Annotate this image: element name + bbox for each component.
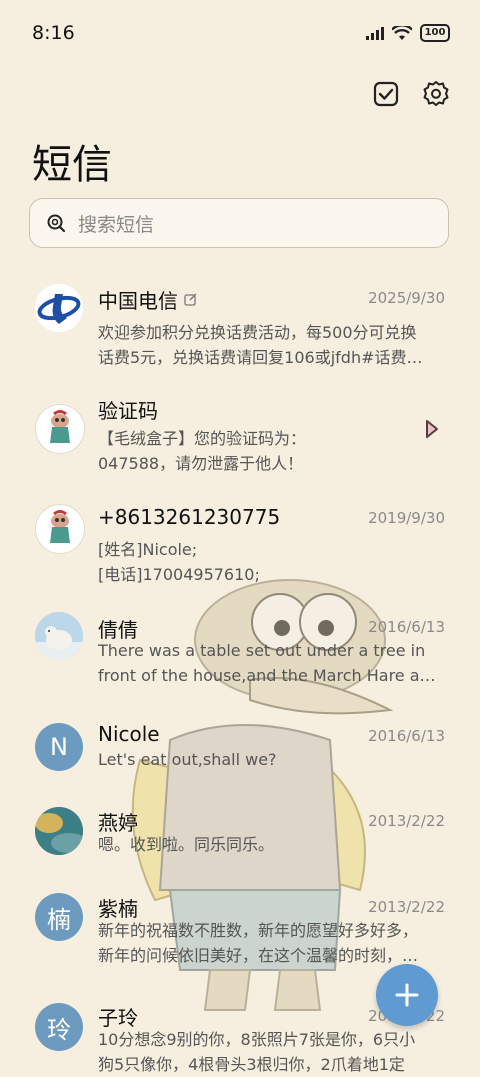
message-preview-line1: 10分想念9别的你，8张照片7张是你，6只小 [98, 1030, 416, 1049]
signal-icon [366, 26, 384, 40]
message-preview-line1: Let's eat out,shall we? [98, 750, 277, 769]
china-telecom-logo-icon [35, 284, 83, 332]
avatar [35, 504, 85, 554]
message-preview-line2: [电话]17004957610; [98, 565, 260, 584]
contact-name: +8613261230775 [98, 505, 281, 529]
conversation-row[interactable]: +8613261230775 2019/9/30 [姓名]Nicole; [电话… [0, 500, 480, 600]
select-checkbox-button[interactable] [372, 80, 400, 108]
message-preview-line2: front of the house,and the March Hare an… [98, 666, 444, 685]
message-date: 2019/9/30 [368, 509, 445, 527]
message-preview-line2: 话费5元，兑换话费请回复106或jfdh#话费… [98, 348, 423, 367]
plus-icon [395, 983, 419, 1007]
message-preview-line2: 047588，请勿泄露于他人！ [98, 454, 304, 473]
search-bar[interactable]: 搜索短信 [29, 198, 449, 248]
avatar [35, 612, 83, 660]
external-link-icon [184, 293, 197, 306]
conversation-row[interactable]: 中国电信 2025/9/30 欢迎参加积分兑换话费活动，每500分可兑换 话费5… [0, 280, 480, 380]
contact-name: Nicole [98, 722, 160, 746]
landscape-avatar-icon [35, 807, 83, 855]
avatar [35, 284, 83, 332]
cartoon-avatar-icon [50, 510, 70, 543]
status-icons: 100 [366, 24, 450, 42]
message-date: 2016/6/13 [368, 727, 445, 745]
conversation-row[interactable]: 倩倩 2016/6/13 There was a table set out u… [0, 610, 480, 710]
battery-icon: 100 [420, 24, 450, 42]
search-icon [47, 214, 66, 233]
message-preview-line1: 新年的祝福数不胜数，新年的愿望好多好多， [98, 921, 419, 940]
polar-bear-avatar-icon [35, 612, 83, 660]
message-date: 2016/6/13 [368, 618, 445, 636]
message-preview-line2: 狗5只像你，4根骨头3根归你，2爪着地1定 [98, 1055, 405, 1074]
avatar: N [35, 723, 83, 771]
message-preview-line1: 【毛绒盒子】您的验证码为： [98, 429, 307, 448]
message-preview-line1: There was a table set out under a tree i… [98, 641, 426, 660]
message-preview-line2: 新年的问候依旧美好，在这个温馨的时刻，… [98, 946, 419, 965]
gear-icon [423, 81, 449, 106]
conversation-row[interactable]: 验证码 【毛绒盒子】您的验证码为： 047588，请勿泄露于他人！ [0, 390, 480, 490]
settings-button[interactable] [422, 80, 450, 108]
status-time: 8:16 [32, 22, 75, 44]
message-date: 2013/2/22 [368, 812, 445, 830]
avatar [35, 807, 83, 855]
message-date: 2025/9/30 [368, 289, 445, 307]
message-date: 2013/2/22 [368, 898, 445, 916]
wifi-icon [392, 25, 412, 40]
cartoon-avatar-icon [50, 410, 70, 443]
conversation-row[interactable]: N Nicole 2016/6/13 Let's eat out,shall w… [0, 720, 480, 800]
message-preview-line1: 欢迎参加积分兑换话费活动，每500分可兑换 [98, 323, 417, 342]
header-actions [372, 80, 450, 108]
contact-name-text: 中国电信 [98, 289, 178, 313]
avatar: 玲 [35, 1003, 83, 1051]
message-preview-line1: 嗯。收到啦。同乐同乐。 [98, 835, 275, 854]
message-preview-line1: [姓名]Nicole; [98, 540, 198, 559]
chevron-right-icon [426, 420, 438, 438]
page-title: 短信 [32, 142, 112, 188]
conversation-row[interactable]: 燕婷 2013/2/22 嗯。收到啦。同乐同乐。 [0, 805, 480, 885]
contact-name: 验证码 [98, 399, 158, 423]
new-message-button[interactable] [376, 964, 438, 1026]
checkbox-icon [373, 81, 399, 107]
avatar: 楠 [35, 893, 83, 941]
status-bar: 8:16 100 [0, 0, 480, 66]
avatar [35, 404, 85, 454]
contact-name: 中国电信 [98, 285, 197, 314]
search-placeholder: 搜索短信 [78, 213, 155, 236]
